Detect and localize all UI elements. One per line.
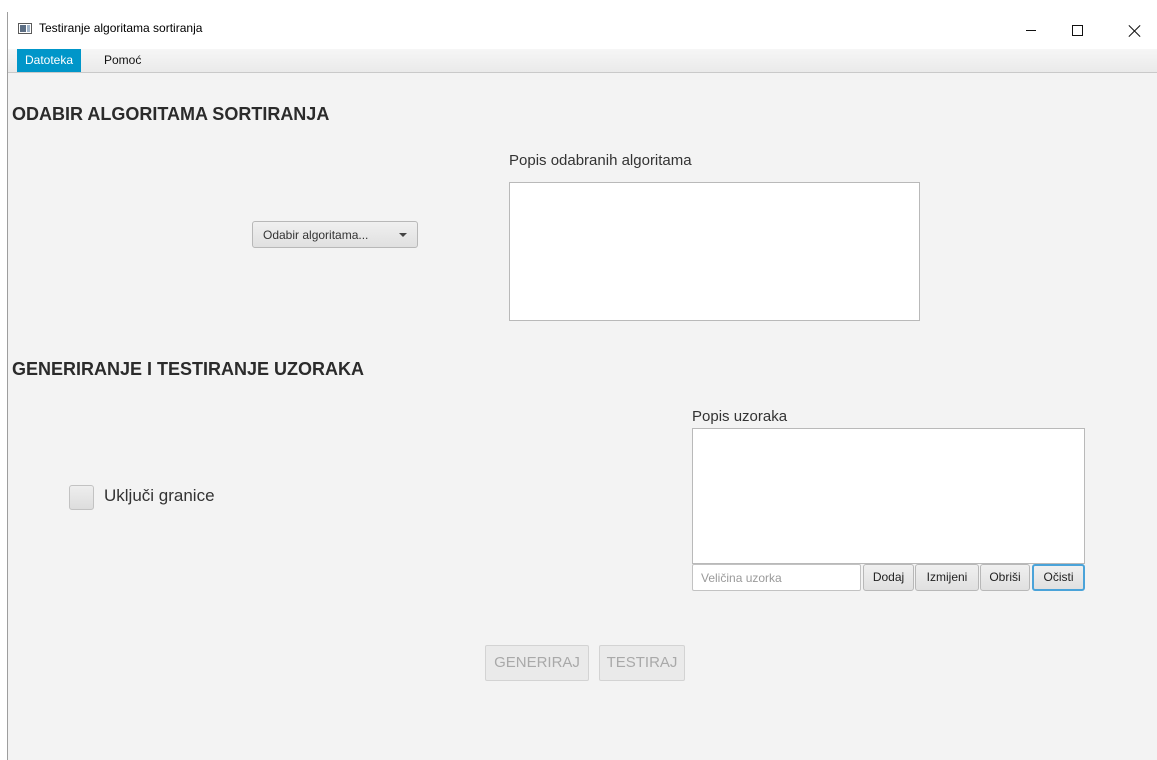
title-bar: Testiranje algoritama sortiranja xyxy=(8,12,1157,49)
section-title-selection: ODABIR ALGORITAMA SORTIRANJA xyxy=(12,104,330,124)
menu-bar: Datoteka Pomoć xyxy=(8,49,1157,73)
section-title-samples: GENERIRANJE I TESTIRANJE UZORAKA xyxy=(12,359,365,379)
close-button[interactable] xyxy=(1112,12,1157,49)
generate-button[interactable]: GENERIRAJ xyxy=(485,645,589,681)
add-sample-button[interactable]: Dodaj xyxy=(863,564,914,591)
menu-pomoc[interactable]: Pomoć xyxy=(96,49,149,72)
app-window: Testiranje algoritama sortiranja Datotek… xyxy=(7,12,1157,760)
chevron-down-icon xyxy=(399,233,407,237)
minimize-icon xyxy=(1026,30,1036,31)
test-button[interactable]: TESTIRAJ xyxy=(599,645,685,681)
minimize-button[interactable] xyxy=(1008,12,1054,49)
menu-datoteka[interactable]: Datoteka xyxy=(17,49,82,72)
edit-sample-button[interactable]: Izmijeni xyxy=(915,564,979,591)
sample-size-input[interactable] xyxy=(692,564,861,591)
include-bounds-label[interactable]: Uključi granice xyxy=(104,486,215,506)
include-bounds-checkbox[interactable] xyxy=(69,485,94,510)
clear-samples-button[interactable]: Očisti xyxy=(1032,564,1085,591)
window-title: Testiranje algoritama sortiranja xyxy=(39,21,203,35)
delete-sample-button[interactable]: Obriši xyxy=(980,564,1030,591)
maximize-button[interactable] xyxy=(1054,12,1100,49)
close-icon xyxy=(1129,25,1141,37)
samples-list-label: Popis uzoraka xyxy=(692,408,788,425)
selected-algorithms-label: Popis odabranih algoritama xyxy=(509,152,692,169)
algorithm-select-dropdown[interactable]: Odabir algoritama... xyxy=(252,221,418,248)
maximize-icon xyxy=(1071,25,1083,36)
samples-list[interactable] xyxy=(692,428,1085,564)
app-icon xyxy=(18,23,32,34)
selected-algorithms-list[interactable] xyxy=(509,182,920,321)
algorithm-select-label: Odabir algoritama... xyxy=(263,228,369,242)
